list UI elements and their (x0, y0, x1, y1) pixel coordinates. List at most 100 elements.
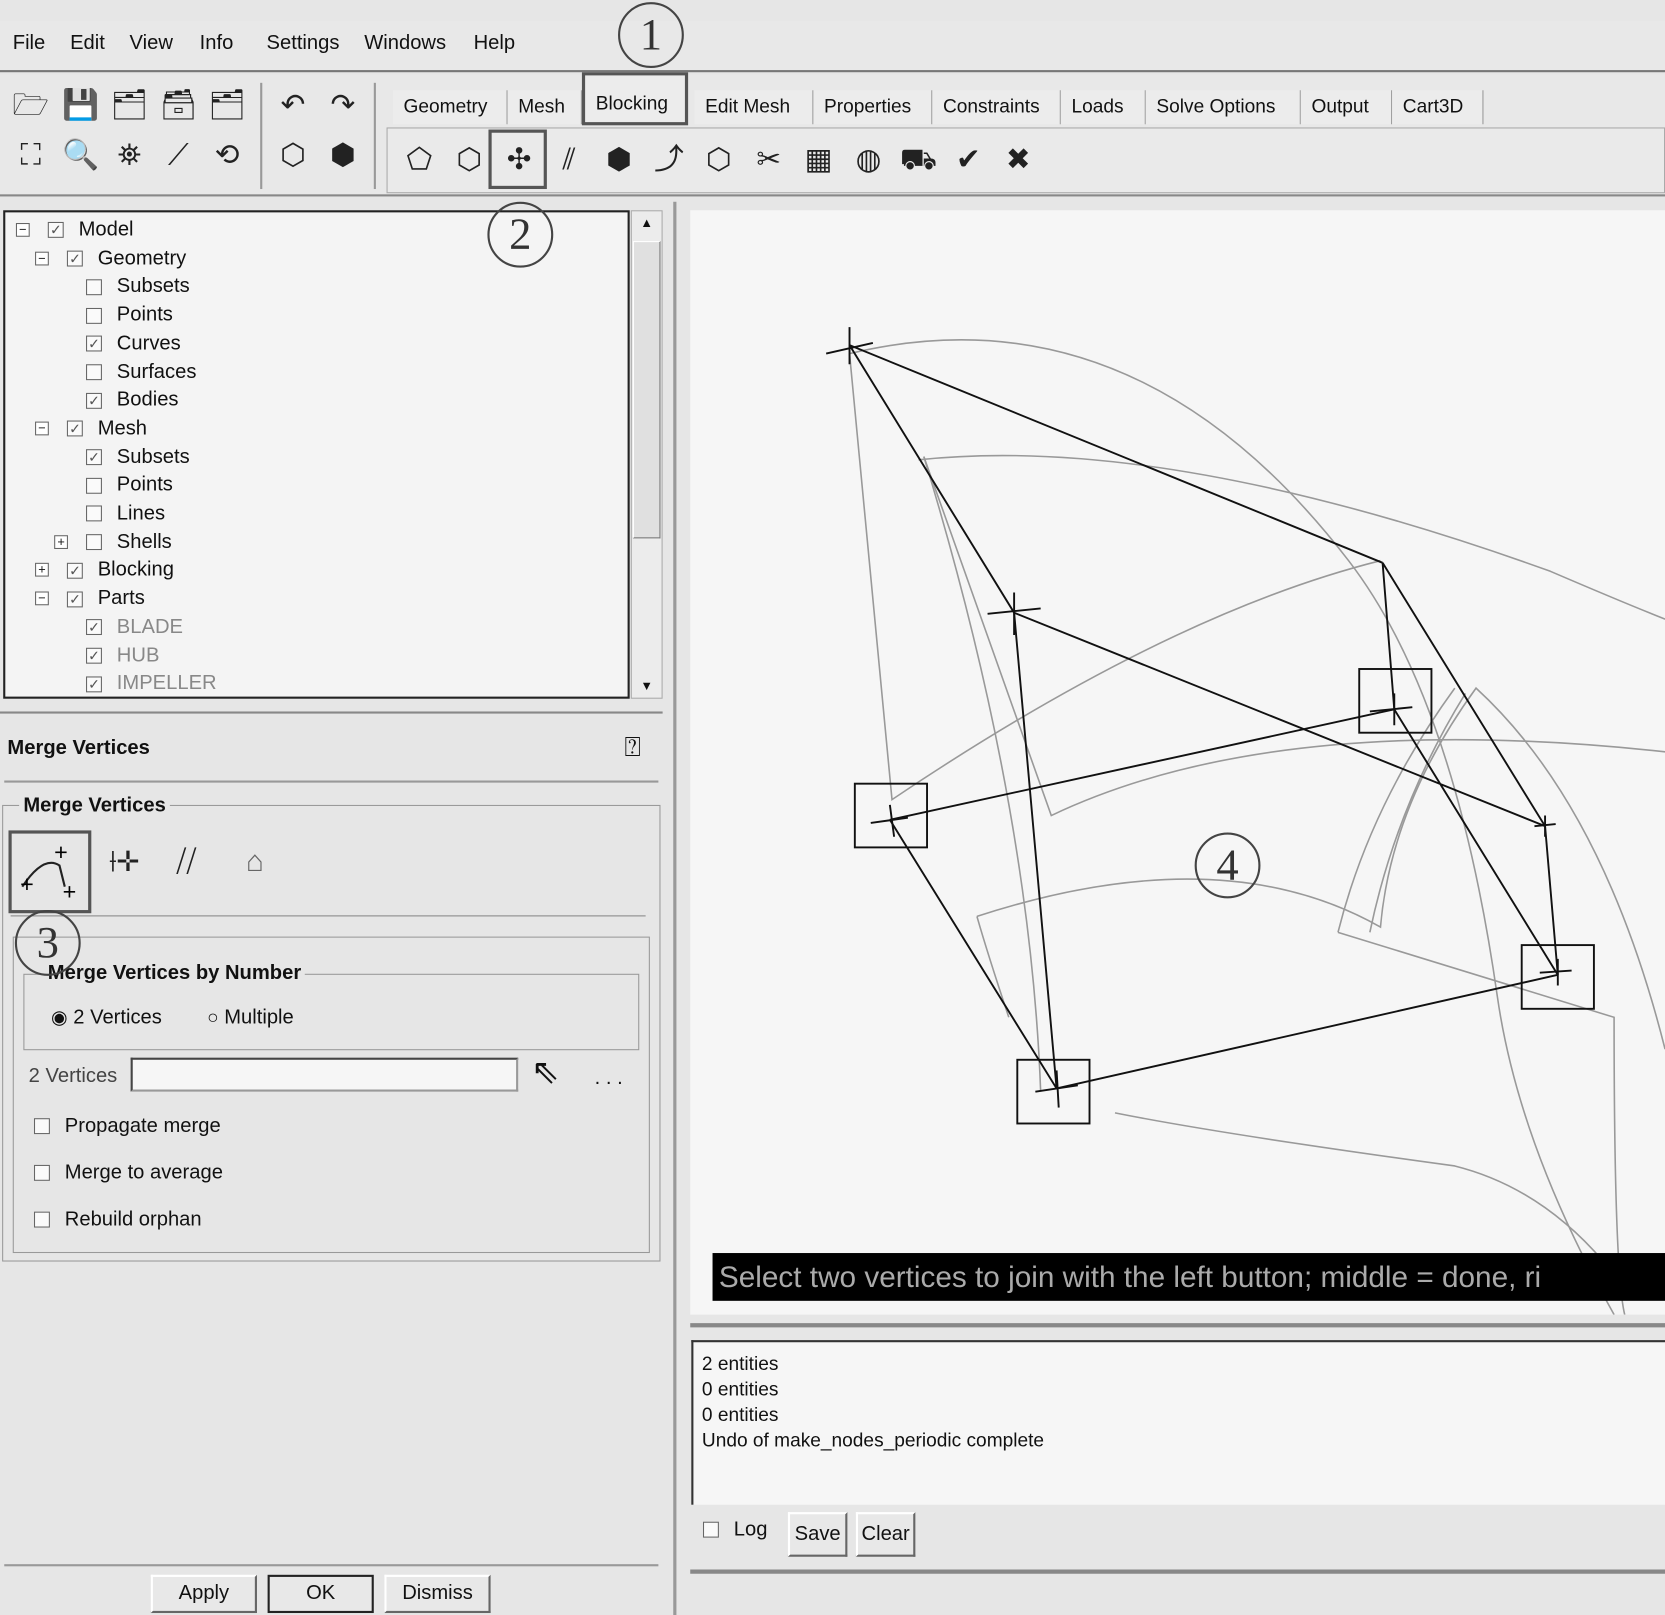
tree-item[interactable]: Points (86, 304, 173, 327)
split-block-icon[interactable]: ⬡ (449, 139, 489, 179)
pre-mesh-smooth-icon[interactable]: ⛟ (898, 139, 938, 179)
scroll-up-icon[interactable]: ▲ (632, 216, 662, 231)
menu-windows[interactable]: Windows (364, 32, 446, 55)
tree-item[interactable]: Lines (86, 502, 165, 525)
scroll-thumb[interactable] (632, 241, 661, 539)
merge-range-icon[interactable]: ⟊✛ (98, 841, 151, 905)
tree-checkbox[interactable] (86, 364, 102, 381)
tab-loads[interactable]: Loads (1060, 90, 1146, 125)
tab-cart3d[interactable]: Cart3D (1392, 90, 1484, 125)
tree-checkbox[interactable] (86, 534, 102, 551)
tree-item[interactable]: Subsets (86, 275, 190, 298)
menu-settings[interactable]: Settings (267, 32, 340, 55)
more-button[interactable]: . . . (595, 1067, 623, 1090)
collapse-icon[interactable]: − (15, 223, 30, 237)
fit-view-icon[interactable]: ⛶ (11, 135, 51, 175)
menu-view[interactable]: View (130, 32, 173, 55)
checkbox-propagate-merge[interactable]: Propagate merge (33, 1115, 221, 1138)
tree-checkbox[interactable]: ✓ (86, 676, 102, 693)
tree-item[interactable]: ✓ IMPELLER (86, 672, 217, 695)
tree-checkbox[interactable]: ✓ (66, 250, 83, 267)
merge-edge-icon[interactable]: ⧸⧸ (157, 841, 215, 905)
menu-edit[interactable]: Edit (70, 32, 105, 55)
tree-item[interactable]: Points (86, 474, 173, 497)
menu-help[interactable]: Help (474, 32, 515, 55)
dismiss-button[interactable]: Dismiss (384, 1574, 491, 1614)
tree-scrollbar[interactable]: ▲ ▼ (630, 210, 663, 699)
vertices-input[interactable] (130, 1057, 519, 1092)
undo-icon[interactable]: ↶ (273, 85, 313, 125)
tree-item[interactable]: ✓ Bodies (86, 389, 179, 412)
wireframe-icon[interactable]: ⬡ (273, 135, 313, 175)
open-mesh-icon[interactable]: 🗃 (158, 85, 198, 125)
select-cursor-icon[interactable]: ⇖ (531, 1051, 559, 1091)
tab-output[interactable]: Output (1300, 90, 1393, 125)
tree-checkbox[interactable]: ✓ (66, 420, 83, 437)
tree-item[interactable]: Surfaces (86, 361, 196, 384)
graphics-viewport[interactable] (690, 210, 1665, 1316)
help-icon[interactable]: ⍰ (624, 731, 641, 765)
tree-checkbox[interactable]: ✓ (66, 562, 83, 579)
tree-item[interactable]: ✓ BLADE (86, 616, 183, 639)
tree-checkbox[interactable]: ✓ (86, 335, 102, 352)
clear-button[interactable]: Clear (855, 1512, 916, 1557)
save-icon[interactable]: 💾 (61, 85, 101, 125)
tree-checkbox[interactable] (86, 505, 102, 522)
check-blocks-icon[interactable]: ✔ (948, 139, 988, 179)
tree-item[interactable]: ✓ Model (47, 219, 134, 242)
tree-checkbox[interactable] (86, 477, 102, 494)
tab-blocking[interactable]: Blocking (581, 72, 689, 126)
tree-item[interactable]: ✓ Geometry (66, 247, 186, 270)
save-button[interactable]: Save (787, 1512, 848, 1557)
tree-checkbox[interactable] (86, 307, 102, 324)
tab-geometry[interactable]: Geometry (392, 90, 508, 125)
merge-by-number-button[interactable]: + + + (8, 830, 92, 914)
ok-button[interactable]: OK (267, 1574, 374, 1614)
measure-icon[interactable]: ⛯ (109, 135, 149, 175)
checkbox-merge-to-average[interactable]: Merge to average (33, 1162, 223, 1185)
tree-checkbox[interactable]: ✓ (86, 619, 102, 636)
edit-edge-icon[interactable]: ✂ (749, 139, 789, 179)
collapse-block-icon[interactable]: ⌂ (223, 841, 287, 905)
pre-mesh-quality-icon[interactable]: ◍ (848, 139, 888, 179)
splitter[interactable] (673, 201, 677, 1615)
tab-edit-mesh[interactable]: Edit Mesh (694, 90, 814, 125)
tree-checkbox[interactable]: ✓ (86, 449, 102, 466)
log-checkbox[interactable]: Log (702, 1519, 767, 1542)
tree-item[interactable]: ✓ Blocking (66, 559, 174, 582)
create-block-icon[interactable]: ⬠ (399, 139, 439, 179)
tree-checkbox[interactable] (86, 279, 102, 296)
refresh-icon[interactable]: ⟲ (207, 135, 247, 175)
redo-icon[interactable]: ↷ (323, 85, 363, 125)
coordinate-system-icon[interactable]: ⟋ (158, 135, 198, 175)
merge-vertices-icon[interactable]: ✣ (499, 139, 539, 179)
collapse-icon[interactable]: − (35, 421, 49, 436)
open-blocking-icon[interactable]: 🗂 (207, 85, 247, 125)
solid-icon[interactable]: ⬢ (323, 135, 363, 175)
zoom-icon[interactable]: 🔍 (61, 135, 101, 175)
tab-constraints[interactable]: Constraints (932, 90, 1061, 125)
open-project-icon[interactable]: 🗂 (109, 85, 149, 125)
tree-item[interactable]: ✓ Parts (66, 587, 145, 610)
transform-blocks-icon[interactable]: ⬡ (699, 139, 739, 179)
tab-solve-options[interactable]: Solve Options (1145, 90, 1301, 125)
tree-item[interactable]: ✓ Subsets (86, 446, 190, 469)
menu-info[interactable]: Info (200, 32, 234, 55)
collapse-icon[interactable]: − (35, 591, 49, 606)
radio-multiple[interactable]: ○ Multiple (207, 1007, 294, 1030)
scroll-down-icon[interactable]: ▼ (632, 679, 662, 694)
menu-file[interactable]: File (13, 32, 46, 55)
pre-mesh-params-icon[interactable]: ▦ (799, 139, 839, 179)
open-icon[interactable]: 🗁 (11, 85, 51, 125)
tree-item[interactable]: ✓ HUB (86, 644, 159, 667)
associate-icon[interactable]: ⬢ (599, 139, 639, 179)
expand-icon[interactable]: + (35, 563, 49, 578)
tree-checkbox[interactable]: ✓ (47, 222, 64, 239)
expand-icon[interactable]: + (54, 534, 68, 549)
tree-item[interactable]: ✓ Curves (86, 332, 181, 355)
move-vertex-icon[interactable]: ⤴ (649, 139, 689, 179)
tree-checkbox[interactable]: ✓ (86, 647, 102, 664)
collapse-icon[interactable]: − (35, 251, 49, 266)
tree-item[interactable]: Shells (86, 531, 172, 554)
radio-2-vertices[interactable]: ◉ 2 Vertices (51, 1007, 162, 1030)
